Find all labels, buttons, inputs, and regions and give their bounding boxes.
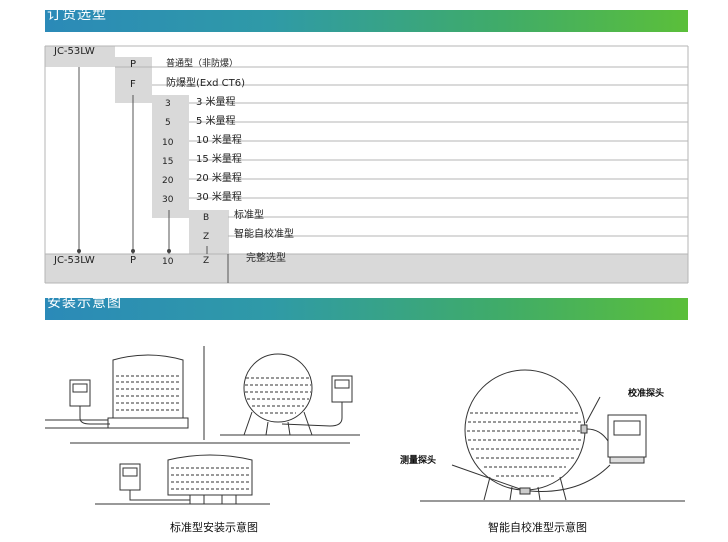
range-desc-5: 5 米量程 xyxy=(196,116,236,127)
install-section-header: 安装示意图 xyxy=(45,295,688,320)
example-range: 10 xyxy=(162,257,174,267)
range-desc-3: 3 米量程 xyxy=(196,97,236,108)
range-code-10: 10 xyxy=(162,138,174,148)
install-section-title: 安装示意图 xyxy=(47,295,122,311)
calib-code-b: B xyxy=(203,213,210,223)
option-desc-f: 防爆型(Exd CT6) xyxy=(166,78,246,89)
option-code-f: F xyxy=(130,79,136,90)
smart-install-caption: 智能自校准型示意图 xyxy=(488,521,587,534)
standard-install-caption: 标准型安装示意图 xyxy=(170,521,258,534)
range-code-30: 30 xyxy=(162,195,174,205)
range-code-20: 20 xyxy=(162,176,174,186)
example-explosion: P xyxy=(130,255,137,266)
calib-desc-b: 标准型 xyxy=(234,210,264,221)
range-code-3: 3 xyxy=(165,99,171,109)
model-code: JC-53LW xyxy=(54,46,95,57)
example-desc: 完整选型 xyxy=(246,253,286,264)
order-table-grid xyxy=(44,45,689,284)
smart-install-figure xyxy=(420,369,685,502)
standard-install-figure xyxy=(45,346,360,505)
example-model: JC-53LW xyxy=(54,255,95,266)
range-desc-20: 20 米量程 xyxy=(196,173,242,184)
calib-desc-z: 智能自校准型 xyxy=(234,229,294,240)
example-calib: Z xyxy=(203,256,210,266)
option-desc-p: 普通型（非防爆） xyxy=(166,59,239,69)
option-code-p: P xyxy=(130,59,137,70)
range-code-15: 15 xyxy=(162,157,174,167)
calib-code-z: Z xyxy=(203,232,210,242)
range-desc-10: 10 米量程 xyxy=(196,135,242,146)
calib-probe-label: 校准探头 xyxy=(628,389,665,399)
range-desc-30: 30 米量程 xyxy=(196,192,242,203)
range-code-5: 5 xyxy=(165,118,171,128)
measure-probe-label: 测量探头 xyxy=(400,456,437,466)
range-desc-15: 15 米量程 xyxy=(196,154,242,165)
